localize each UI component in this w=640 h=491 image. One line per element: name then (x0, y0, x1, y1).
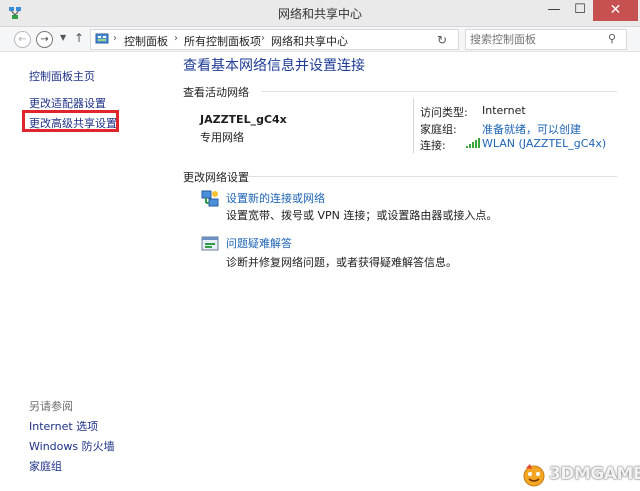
arrow-right-icon: → (40, 34, 49, 45)
sidebar-item-control-panel-home[interactable]: 控制面板主页 (29, 68, 95, 84)
sidebar-item-change-adapter[interactable]: 更改适配器设置 (29, 95, 106, 111)
homegroup-label: 家庭组: (420, 123, 457, 136)
navigation-bar: ← → ▼ ↑ › 控制面板 › 所有控制面板项 › 网络和共享中心 ▾ ↻ ⚲ (0, 27, 640, 52)
troubleshoot-icon (201, 236, 219, 251)
section-divider (262, 91, 617, 92)
breadcrumb-separator: › (261, 33, 265, 44)
access-type-label: 访问类型: (420, 106, 468, 119)
see-also-title: 另请参阅 (29, 400, 73, 413)
homegroup-link[interactable]: 准备就绪，可以创建 (482, 121, 581, 137)
watermark-text: 3DMGAME (549, 464, 640, 484)
page-title: 查看基本网络信息并设置连接 (183, 58, 365, 74)
active-networks-title: 查看活动网络 (183, 86, 249, 99)
control-panel-icon (95, 33, 109, 44)
network-divider (413, 98, 414, 153)
connection-link[interactable]: WLAN (JAZZTEL_gC4x) (482, 137, 606, 150)
see-also-internet-options[interactable]: Internet 选项 (29, 418, 98, 434)
breadcrumb-network-center[interactable]: 网络和共享中心 (271, 33, 348, 49)
forward-button[interactable]: → (36, 31, 53, 48)
breadcrumb-control-panel[interactable]: 控制面板 (124, 33, 168, 49)
search-box[interactable]: ⚲ (465, 29, 627, 50)
connection-label: 连接: (420, 139, 446, 152)
network-name: JAZZTEL_gC4x (200, 113, 287, 126)
refresh-icon[interactable]: ↻ (437, 33, 447, 47)
see-also-windows-firewall[interactable]: Windows 防火墙 (29, 438, 115, 454)
maximize-button[interactable]: ☐ (567, 0, 593, 21)
chevron-down-icon[interactable]: ▼ (60, 33, 66, 42)
setup-connection-desc: 设置宽带、拨号或 VPN 连接；或设置路由器或接入点。 (226, 209, 498, 222)
search-icon[interactable]: ⚲ (608, 32, 616, 45)
highlight-box (22, 110, 119, 132)
close-button[interactable]: ✕ (593, 0, 638, 21)
access-type-value: Internet (482, 104, 526, 117)
search-input[interactable] (470, 32, 600, 46)
troubleshoot-link[interactable]: 问题疑难解答 (226, 235, 292, 251)
watermark-logo-icon (523, 464, 545, 487)
arrow-left-icon: ← (18, 34, 27, 45)
setup-connection-link[interactable]: 设置新的连接或网络 (226, 190, 325, 206)
breadcrumb-all-items[interactable]: 所有控制面板项 (184, 33, 261, 49)
section-divider (246, 176, 617, 177)
network-type: 专用网络 (200, 131, 244, 144)
back-button[interactable]: ← (14, 31, 31, 48)
arrow-up-icon[interactable]: ↑ (74, 31, 84, 45)
watermark: 3DMGAME (516, 460, 640, 490)
troubleshoot-desc: 诊断并修复网络问题，或者获得疑难解答信息。 (226, 256, 457, 269)
minimize-button[interactable]: — (541, 0, 567, 21)
change-settings-title: 更改网络设置 (183, 171, 249, 184)
address-bar[interactable]: › 控制面板 › 所有控制面板项 › 网络和共享中心 ▾ (90, 29, 498, 50)
breadcrumb-separator: › (174, 33, 178, 44)
breadcrumb-separator: › (113, 33, 117, 44)
wifi-signal-icon (466, 138, 480, 148)
see-also-homegroup[interactable]: 家庭组 (29, 458, 62, 474)
title-bar: 网络和共享中心 — ☐ ✕ (0, 0, 640, 27)
network-setup-icon (201, 190, 219, 207)
